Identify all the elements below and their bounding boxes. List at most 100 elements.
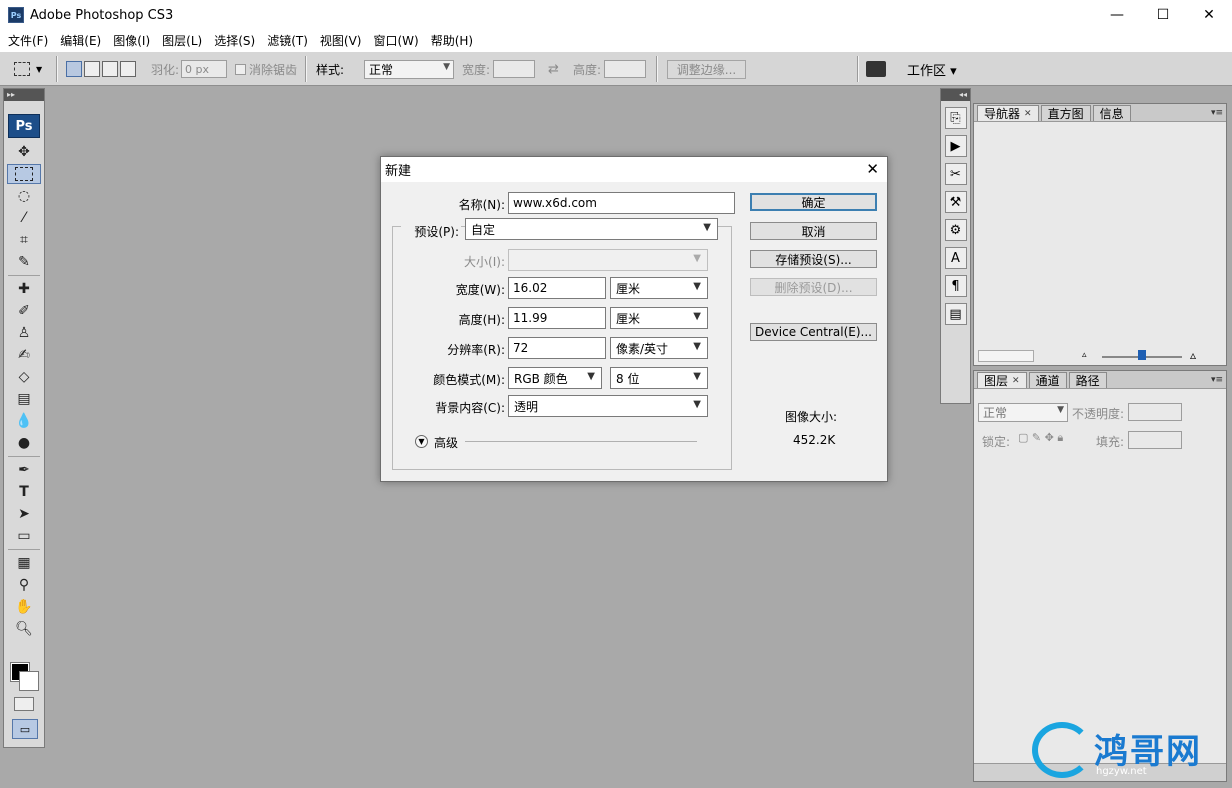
delete-preset-button[interactable]: 删除预设(D)... <box>750 278 877 296</box>
screen-mode-icon[interactable]: ▭ <box>12 719 38 739</box>
brushes-panel-icon[interactable]: ⚒ <box>944 191 967 213</box>
background-color-swatch[interactable] <box>19 671 39 691</box>
hand-tool-icon[interactable]: ✋ <box>7 597 41 617</box>
menu-help[interactable]: 帮助(H) <box>425 32 479 49</box>
color-mode-value: RGB 颜色 <box>514 371 568 386</box>
opacity-input[interactable] <box>1128 403 1182 421</box>
cancel-button[interactable]: 取消 <box>750 222 877 240</box>
blend-mode-select[interactable]: 正常 ▼ <box>978 403 1068 422</box>
width-input[interactable]: 16.02 <box>508 277 606 299</box>
menu-file[interactable]: 文件(F) <box>2 32 54 49</box>
panel-menu-icon[interactable]: ▾≡ <box>1211 375 1223 385</box>
eraser-tool-icon[interactable]: ◇ <box>7 367 41 387</box>
shape-tool-icon[interactable]: ▭ <box>7 526 41 546</box>
navigator-zoom-box[interactable] <box>978 350 1034 362</box>
magic-wand-icon[interactable]: ⁄ <box>7 208 41 228</box>
feather-input[interactable]: 0 px <box>181 60 227 78</box>
move-tool-icon[interactable]: ✥ <box>7 142 41 162</box>
paragraph-panel-icon[interactable]: ¶ <box>944 275 967 297</box>
intersect-selection-icon[interactable] <box>120 61 136 77</box>
minimize-button[interactable]: — <box>1094 0 1140 30</box>
tab-layers[interactable]: 图层 ✕ <box>977 372 1027 388</box>
maximize-button[interactable]: ☐ <box>1140 0 1186 30</box>
fill-input[interactable] <box>1128 431 1182 449</box>
menu-image[interactable]: 图像(I) <box>107 32 156 49</box>
tab-paths[interactable]: 路径 <box>1068 372 1107 388</box>
resolution-unit-select[interactable]: 像素/英寸 ▼ <box>610 337 708 359</box>
path-selection-icon[interactable]: ➤ <box>7 504 41 524</box>
clone-source-icon[interactable]: ⚙ <box>944 219 967 241</box>
zoom-slider-handle[interactable] <box>1138 350 1146 360</box>
tab-info[interactable]: 信息 <box>1092 105 1131 121</box>
height-unit-select[interactable]: 厘米 ▼ <box>610 307 708 329</box>
preset-select[interactable]: 自定 ▼ <box>465 218 718 240</box>
antialias-checkbox[interactable]: 消除锯齿 <box>235 52 297 86</box>
history-panel-icon[interactable]: ⎘ <box>944 107 967 129</box>
name-input[interactable]: www.x6d.com <box>508 192 735 214</box>
workspace-menu[interactable]: 工作区 ▾ <box>907 52 957 86</box>
brush-tool-icon[interactable]: ✐ <box>7 301 41 321</box>
new-selection-icon[interactable] <box>66 61 82 77</box>
tab-channels[interactable]: 通道 <box>1028 372 1067 388</box>
background-select[interactable]: 透明 ▼ <box>508 395 708 417</box>
add-selection-icon[interactable] <box>84 61 100 77</box>
refine-edge-button[interactable]: 调整边缘... <box>667 59 746 79</box>
bit-depth-select[interactable]: 8 位 ▼ <box>610 367 708 389</box>
menu-view[interactable]: 视图(V) <box>314 32 368 49</box>
height-input[interactable]: 11.99 <box>508 307 606 329</box>
menu-window[interactable]: 窗口(W) <box>367 32 424 49</box>
save-preset-button[interactable]: 存储预设(S)... <box>750 250 877 268</box>
layer-comps-icon[interactable]: ▤ <box>944 303 967 325</box>
ok-button[interactable]: 确定 <box>750 193 877 211</box>
height-input[interactable] <box>604 60 646 78</box>
zoom-in-icon[interactable]: ▵ <box>1190 348 1196 362</box>
dialog-close-icon[interactable]: ✕ <box>866 160 879 178</box>
crop-tool-icon[interactable]: ⌗ <box>7 230 41 250</box>
clone-stamp-icon[interactable]: ♙ <box>7 323 41 343</box>
healing-brush-icon[interactable]: ✚ <box>7 279 41 299</box>
gradient-tool-icon[interactable]: ▤ <box>7 389 41 409</box>
advanced-label[interactable]: 高级 <box>434 434 458 451</box>
device-central-button[interactable]: Device Central(E)... <box>750 323 877 341</box>
type-tool-icon[interactable]: T <box>7 482 41 502</box>
zoom-tool-icon[interactable]: 🔍︎ <box>7 619 41 639</box>
swap-icon[interactable]: ⇄ <box>548 52 559 86</box>
eyedropper-tool-icon[interactable]: ⚲ <box>7 575 41 595</box>
actions-panel-icon[interactable]: ▶ <box>944 135 967 157</box>
pen-tool-icon[interactable]: ✒ <box>7 460 41 480</box>
style-select[interactable]: 正常 ▼ <box>364 59 454 79</box>
marquee-tool-icon[interactable] <box>7 164 41 184</box>
color-mode-select[interactable]: RGB 颜色 ▼ <box>508 367 602 389</box>
bridge-icon[interactable] <box>866 52 886 86</box>
zoom-out-icon[interactable]: ▵ <box>1082 350 1087 360</box>
subtract-selection-icon[interactable] <box>102 61 118 77</box>
tab-histogram[interactable]: 直方图 <box>1040 105 1091 121</box>
dodge-tool-icon[interactable]: ● <box>7 433 41 453</box>
close-button[interactable]: ✕ <box>1186 0 1232 30</box>
toolbox-collapse-icon[interactable]: ▸▸ <box>4 89 44 101</box>
marquee-tool-preset[interactable]: ▼ <box>14 52 42 86</box>
blur-tool-icon[interactable]: 💧 <box>7 411 41 431</box>
close-icon[interactable]: ✕ <box>1012 376 1020 386</box>
width-input[interactable] <box>493 60 535 78</box>
lasso-tool-icon[interactable]: ◌ <box>7 186 41 206</box>
menu-filter[interactable]: 滤镜(T) <box>261 32 314 49</box>
advanced-expand-icon[interactable]: ▼ <box>415 435 428 448</box>
close-icon[interactable]: ✕ <box>1024 109 1032 119</box>
menu-edit[interactable]: 编辑(E) <box>54 32 107 49</box>
tool-presets-icon[interactable]: ✂ <box>944 163 967 185</box>
dock-collapse-icon[interactable]: ◂◂ <box>941 89 970 101</box>
character-panel-icon[interactable]: A <box>944 247 967 269</box>
quick-mask-icon[interactable] <box>14 697 34 711</box>
size-select[interactable]: ▼ <box>508 249 708 271</box>
resolution-input[interactable]: 72 <box>508 337 606 359</box>
width-unit-select[interactable]: 厘米 ▼ <box>610 277 708 299</box>
notes-tool-icon[interactable]: ▦ <box>7 553 41 573</box>
menu-layer[interactable]: 图层(L) <box>156 32 208 49</box>
panel-menu-icon[interactable]: ▾≡ <box>1211 108 1223 118</box>
tab-navigator[interactable]: 导航器 ✕ <box>977 105 1039 121</box>
menu-select[interactable]: 选择(S) <box>208 32 261 49</box>
lock-icons[interactable]: ▢ ✎ ✥ 🔒︎ <box>1018 431 1063 445</box>
history-brush-icon[interactable]: ✍ <box>7 345 41 365</box>
slice-tool-icon[interactable]: ✎ <box>7 252 41 272</box>
